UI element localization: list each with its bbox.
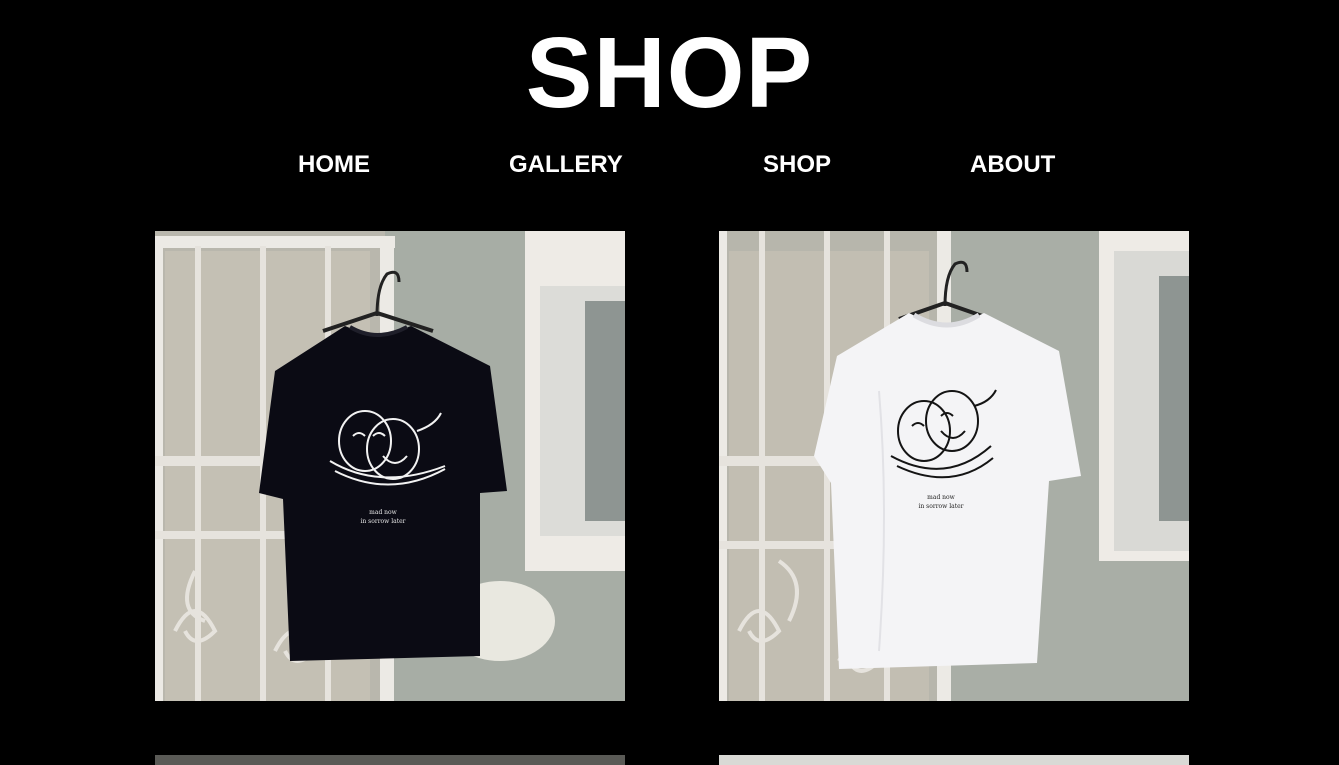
shirt-caption-line1: mad now	[369, 509, 397, 516]
black-tshirt-photo: mad now in sorrow later	[155, 231, 625, 701]
page-title: SHOP	[525, 17, 814, 129]
nav-gallery-link[interactable]: GALLERY	[509, 150, 623, 180]
shirt-caption-line1: mad now	[927, 494, 955, 501]
nav-about-link[interactable]: ABOUT	[970, 150, 1055, 180]
product-card-black-tshirt[interactable]: mad now in sorrow later	[155, 231, 625, 701]
nav-home-link[interactable]: HOME	[298, 150, 370, 180]
product-card-partial-3[interactable]	[155, 755, 625, 765]
shirt-caption-line2: in sorrow later	[360, 518, 405, 525]
white-tshirt-photo: mad now in sorrow later	[719, 231, 1189, 701]
shop-page: SHOP HOME GALLERY SHOP ABOUT mad now in …	[0, 0, 1339, 765]
shirt-caption-line2: in sorrow later	[918, 503, 963, 510]
product-card-partial-4[interactable]	[719, 755, 1189, 765]
main-nav: HOME GALLERY SHOP ABOUT	[0, 150, 1339, 182]
shirt-shape	[259, 326, 507, 661]
nav-shop-link[interactable]: SHOP	[763, 150, 831, 180]
product-card-white-tshirt[interactable]: mad now in sorrow later	[719, 231, 1189, 701]
